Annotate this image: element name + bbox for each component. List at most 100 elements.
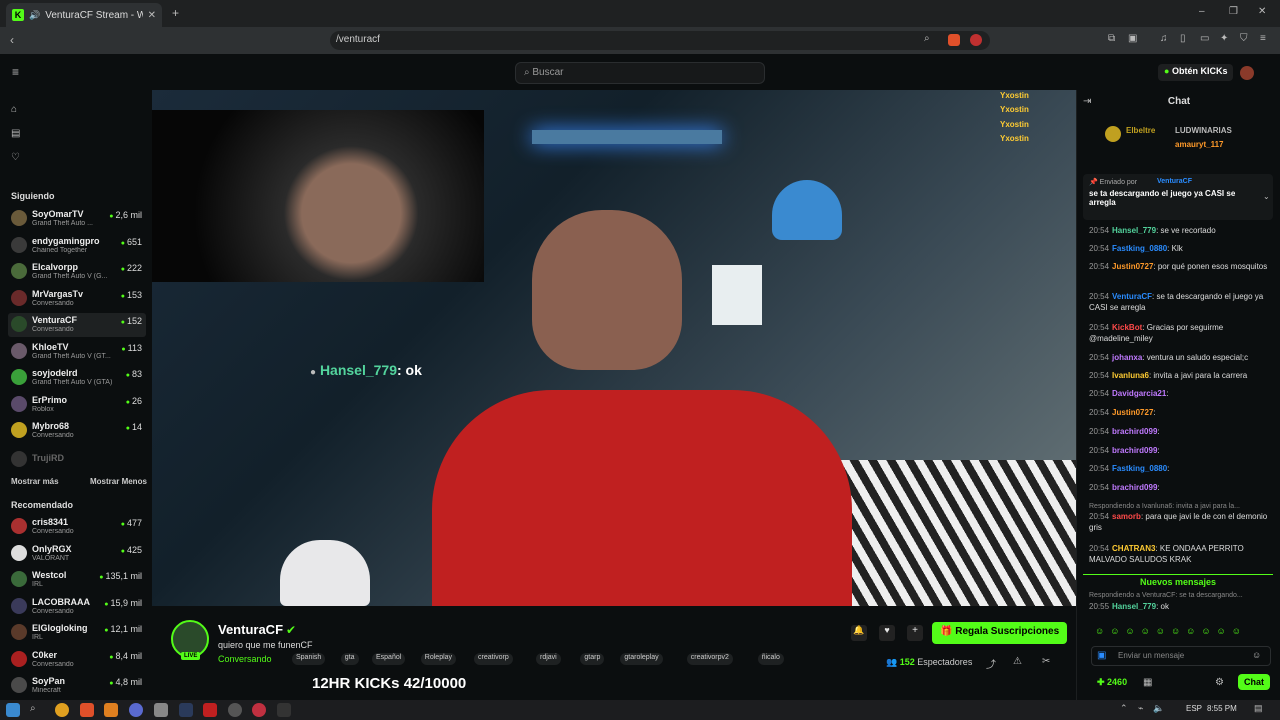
sidebar-item-venturacf[interactable]: VenturaCFConversando 152 — [8, 313, 146, 337]
sidebar-item-erprimo[interactable]: ErPrimoRoblox 26 — [8, 393, 146, 417]
window-close-icon[interactable]: ✕ — [1258, 6, 1266, 17]
stream-tag[interactable]: gtaroleplay — [620, 653, 663, 665]
browser-tab[interactable]: K 🔊 VenturaCF Stream - Watch Li... ✕ — [6, 3, 162, 27]
menu-icon[interactable]: ≡ — [1260, 33, 1266, 44]
brave-shield-icon[interactable] — [948, 34, 960, 46]
media-icon[interactable]: ♫ — [1160, 33, 1168, 44]
notifications-icon[interactable]: ▤ — [1254, 703, 1263, 714]
zoom-icon[interactable]: ⌕ — [924, 33, 930, 44]
top-user[interactable]: amauryt_117 — [1175, 140, 1223, 149]
stream-tag[interactable]: Roleplay — [420, 653, 457, 665]
app-icon[interactable] — [228, 703, 242, 717]
chrome-icon[interactable] — [55, 703, 69, 717]
clip-icon[interactable]: ✂ — [1042, 656, 1050, 667]
stream-tag[interactable]: gtarp — [580, 653, 605, 665]
search-input[interactable]: ⌕ Buscar — [515, 62, 765, 84]
sidebar-item-onlyrgx[interactable]: OnlyRGXVALORANT 425 — [8, 542, 146, 566]
settings-gear-icon[interactable]: ⚙ — [1215, 677, 1224, 688]
sidebar-item-soyjodelrd[interactable]: soyjodelrdGrand Theft Auto V (GTA) 83 — [8, 366, 146, 390]
sidebar-item-offline[interactable]: TrujiRD — [8, 448, 146, 472]
add-icon[interactable]: + — [907, 625, 923, 641]
top-user[interactable]: Elbeltre — [1126, 126, 1155, 135]
user-avatar[interactable] — [1240, 66, 1254, 80]
leo-icon[interactable]: ✦ — [1220, 33, 1228, 44]
kicks-balance[interactable]: ✚ 2460 — [1097, 677, 1127, 688]
stream-tag[interactable]: gta — [340, 653, 359, 665]
emote-bar[interactable]: ☺☺☺☺☺☺☺☺☺☺ — [1095, 626, 1275, 638]
calendar-icon[interactable]: ▦ — [1143, 677, 1152, 688]
back-icon[interactable]: ‹ — [10, 33, 14, 47]
maximize-icon[interactable]: ❐ — [1229, 6, 1238, 17]
stream-tag[interactable]: creativorpv2 — [686, 653, 733, 665]
brave-rewards-icon[interactable] — [970, 34, 982, 46]
sidebar-item-soypan[interactable]: SoyPanMinecraft 4,8 mil — [8, 674, 146, 698]
clock[interactable]: 8:55 PM — [1207, 704, 1237, 713]
sidebar-item-elcalvorpp[interactable]: ElcalvorppGrand Theft Auto V (G... 222 — [8, 260, 146, 284]
close-tab-icon[interactable]: ✕ — [148, 10, 156, 21]
stream-tag[interactable]: Spanish — [292, 653, 326, 665]
show-less-link[interactable]: Mostrar Menos — [90, 477, 147, 486]
sidebar-item-westcol[interactable]: WestcolIRL 135,1 mil — [8, 568, 146, 592]
badge-icon[interactable]: ▣ — [1097, 650, 1106, 661]
video-player[interactable]: ● Hansel_779: ok Yxostin Yxostin Yxostin Yx… — [152, 90, 1076, 606]
sidebar-item-c0ker[interactable]: C0kerConversando 8,4 mil — [8, 648, 146, 672]
wallet-icon[interactable]: ▭ — [1200, 33, 1209, 44]
home-icon[interactable]: ⌂ — [11, 104, 17, 115]
stream-tag[interactable]: ñicalo — [757, 653, 784, 665]
app-icon[interactable] — [104, 703, 118, 717]
chat-input[interactable]: Enviar un mensaje — [1091, 646, 1271, 666]
gift-subs-button[interactable]: 🎁 Regala Suscripciones — [932, 622, 1068, 644]
browse-icon[interactable]: ▤ — [11, 128, 20, 139]
app-icon[interactable] — [154, 703, 168, 717]
sidebar-toggle-icon[interactable]: ▯ — [1180, 33, 1186, 44]
sidebar-item-lacobraaa[interactable]: LACOBRAAAConversando 15,9 mil — [8, 595, 146, 619]
following-icon[interactable]: ♡ — [11, 152, 20, 163]
minimize-icon[interactable]: – — [1199, 6, 1205, 17]
send-chat-button[interactable]: Chat — [1238, 674, 1270, 690]
network-icon[interactable]: ⌁ — [1138, 703, 1143, 714]
volume-icon[interactable]: 🔈 — [1153, 703, 1164, 714]
discord-icon[interactable] — [129, 703, 143, 717]
hamburger-menu-icon[interactable]: ≡ — [12, 65, 19, 79]
share-icon[interactable]: ⤴ — [986, 656, 996, 671]
sidebar-item-elglogloking[interactable]: ElGloglokingIRL 12,1 mil — [8, 621, 146, 645]
vpn-icon[interactable]: ⛉ — [1240, 33, 1248, 44]
app-icon[interactable] — [277, 703, 291, 717]
top-user[interactable]: LUDWINARIAS — [1175, 126, 1232, 135]
notification-bell-icon[interactable]: 🔔 — [851, 625, 867, 641]
start-icon[interactable] — [6, 703, 20, 717]
sidebar-item-endygamingpro[interactable]: endygamingproChained Together 651 — [8, 234, 146, 258]
sidebar-item-cris8341[interactable]: cris8341Conversando 477 — [8, 515, 146, 539]
stream-tag[interactable]: creativorp — [474, 653, 513, 665]
language-indicator[interactable]: ESP — [1186, 704, 1202, 713]
search-icon[interactable]: ⌕ — [30, 703, 36, 714]
stream-tag[interactable]: Español — [372, 653, 406, 665]
streamer-name[interactable]: VenturaCF — [218, 622, 283, 637]
show-more-link[interactable]: Mostrar más — [11, 477, 59, 486]
stream-info: LIVE VenturaCF ✔ quiero que me funenCF C… — [152, 606, 1076, 700]
app-icon[interactable] — [203, 703, 217, 717]
sidebar-item-viewers: 15,9 mil — [104, 598, 142, 608]
report-icon[interactable]: ⚠ — [1013, 656, 1022, 667]
stream-category[interactable]: Conversando — [218, 654, 272, 664]
follow-heart-icon[interactable]: ♥ — [879, 625, 895, 641]
steam-icon[interactable] — [179, 703, 193, 717]
address-bar[interactable]: /venturacf — [330, 31, 990, 50]
sidebar-item-khloetv[interactable]: KhloeTVGrand Theft Auto V (GT... 113 — [8, 340, 146, 364]
new-tab-icon[interactable]: + — [172, 6, 179, 20]
sidebar-item-soyomartv[interactable]: SoyOmarTVGrand Theft Auto ... 2,6 mil — [8, 207, 146, 231]
chevron-down-icon[interactable]: ⌄ — [1263, 192, 1270, 201]
get-kicks-button[interactable]: ● Obtén KICKs — [1158, 64, 1234, 81]
obs-icon[interactable] — [252, 703, 266, 717]
stream-tag[interactable]: rdjavi — [536, 653, 561, 665]
screenshot-icon[interactable]: ▣ — [1128, 33, 1137, 44]
emoji-icon[interactable]: ☺ — [1252, 650, 1261, 660]
extensions-icon[interactable]: ⧉ — [1108, 33, 1115, 44]
new-messages-divider[interactable]: Nuevos mensajes — [1083, 574, 1273, 587]
tray-chevron-icon[interactable]: ⌃ — [1120, 703, 1128, 714]
sidebar-item-category: Chained Together — [32, 246, 88, 254]
sidebar-item-mrvargastv[interactable]: MrVargasTvConversando 153 — [8, 287, 146, 311]
brave-icon[interactable] — [80, 703, 94, 717]
pinned-user[interactable]: VenturaCF — [1157, 178, 1192, 185]
sidebar-item-mybro68[interactable]: Mybro68Conversando 14 — [8, 419, 146, 443]
